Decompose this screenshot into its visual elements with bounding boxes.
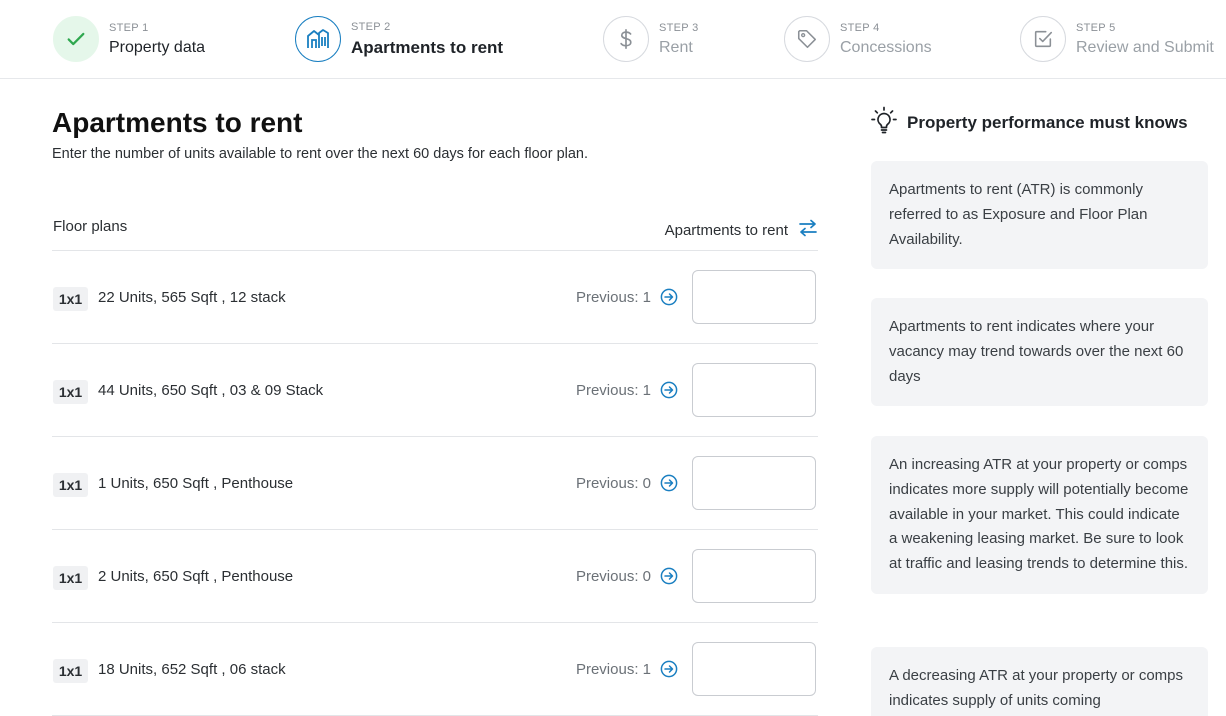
previous-label: Previous: 0 [575, 567, 651, 585]
dollar-icon [603, 16, 649, 62]
column-apartments-to-rent: Apartments to rent [665, 219, 818, 241]
check-icon [53, 16, 99, 62]
table-header: Floor plans Apartments to rent [52, 209, 818, 251]
floor-plan-badge: 1x1 [53, 659, 88, 683]
previous-value: Previous: 1 [576, 288, 678, 306]
step-title: Review and Submit [1076, 38, 1214, 56]
arrow-circle-right-icon[interactable] [660, 567, 678, 585]
step-number: STEP 5 [1076, 21, 1116, 34]
table-row: 1x1 1 Units, 650 Sqft , Penthouse Previo… [52, 437, 818, 530]
tips-header: Property performance must knows [871, 106, 1188, 139]
tip-card: Apartments to rent (ATR) is commonly ref… [871, 161, 1208, 270]
arrow-circle-right-icon[interactable] [660, 474, 678, 492]
step-title: Rent [659, 38, 693, 56]
lightbulb-icon [871, 106, 897, 139]
floor-plan-badge: 1x1 [53, 287, 88, 311]
column-floor-plans: Floor plans [53, 218, 128, 235]
table-row: 1x1 2 Units, 650 Sqft , Penthouse Previo… [52, 530, 818, 623]
floor-plan-description: 22 Units, 565 Sqft , 12 stack [98, 289, 286, 306]
apartments-to-rent-input[interactable] [692, 270, 816, 324]
apartments-to-rent-input[interactable] [692, 456, 816, 510]
table-row: 1x1 44 Units, 650 Sqft , 03 & 09 Stack P… [52, 344, 818, 437]
page-subtitle: Enter the number of units available to r… [52, 146, 589, 162]
previous-value: Previous: 0 [576, 567, 678, 585]
tip-card: Apartments to rent indicates where your … [871, 298, 1208, 407]
tip-card: An increasing ATR at your property or co… [871, 436, 1208, 594]
step-property-data[interactable]: STEP 1 Property data [53, 16, 205, 62]
previous-label: Previous: 0 [575, 474, 651, 492]
floor-plan-badge: 1x1 [53, 473, 88, 497]
floor-plan-description: 44 Units, 650 Sqft , 03 & 09 Stack [98, 382, 324, 399]
building-icon [295, 16, 341, 62]
floor-plan-description: 2 Units, 650 Sqft , Penthouse [98, 568, 294, 585]
floor-plan-description: 1 Units, 650 Sqft , Penthouse [98, 475, 294, 492]
step-concessions[interactable]: STEP 4 Concessions [784, 16, 932, 62]
previous-value: Previous: 1 [576, 660, 678, 678]
floor-plan-badge: 1x1 [53, 380, 88, 404]
tips-title: Property performance must knows [907, 112, 1188, 132]
step-title: Concessions [840, 38, 932, 56]
table-row: 1x1 18 Units, 652 Sqft , 06 stack Previo… [52, 623, 818, 716]
step-number: STEP 3 [659, 21, 699, 34]
step-title: Property data [109, 38, 206, 56]
apartments-to-rent-input[interactable] [692, 363, 816, 417]
previous-label: Previous: 1 [575, 381, 651, 399]
page-title: Apartments to rent [52, 107, 303, 138]
apartments-to-rent-input[interactable] [692, 549, 816, 603]
arrow-circle-right-icon[interactable] [660, 288, 678, 306]
previous-value: Previous: 0 [576, 474, 678, 492]
previous-label: Previous: 1 [575, 660, 651, 678]
step-number: STEP 1 [109, 21, 149, 34]
previous-value: Previous: 1 [576, 381, 678, 399]
floor-plan-description: 18 Units, 652 Sqft , 06 stack [98, 661, 286, 678]
apartments-to-rent-input[interactable] [692, 642, 816, 696]
swap-icon[interactable] [798, 219, 818, 241]
step-rent[interactable]: STEP 3 Rent [603, 16, 699, 62]
column-atr-label: Apartments to rent [664, 221, 788, 239]
step-title: Apartments to rent [351, 37, 504, 57]
step-number: STEP 2 [351, 20, 391, 33]
table-row: 1x1 22 Units, 565 Sqft , 12 stack Previo… [52, 251, 818, 344]
step-apartments-to-rent[interactable]: STEP 2 Apartments to rent [295, 16, 503, 62]
tip-card: A decreasing ATR at your property or com… [871, 647, 1208, 716]
arrow-circle-right-icon[interactable] [660, 660, 678, 678]
previous-label: Previous: 1 [575, 288, 651, 306]
checkbox-icon [1020, 16, 1066, 62]
stepper: STEP 1 Property data STEP 2 Apartments t… [0, 0, 1226, 79]
floor-plan-badge: 1x1 [53, 566, 88, 590]
arrow-circle-right-icon[interactable] [660, 381, 678, 399]
tag-icon [784, 16, 830, 62]
step-number: STEP 4 [840, 21, 880, 34]
step-review-submit[interactable]: STEP 5 Review and Submit [1020, 16, 1214, 62]
